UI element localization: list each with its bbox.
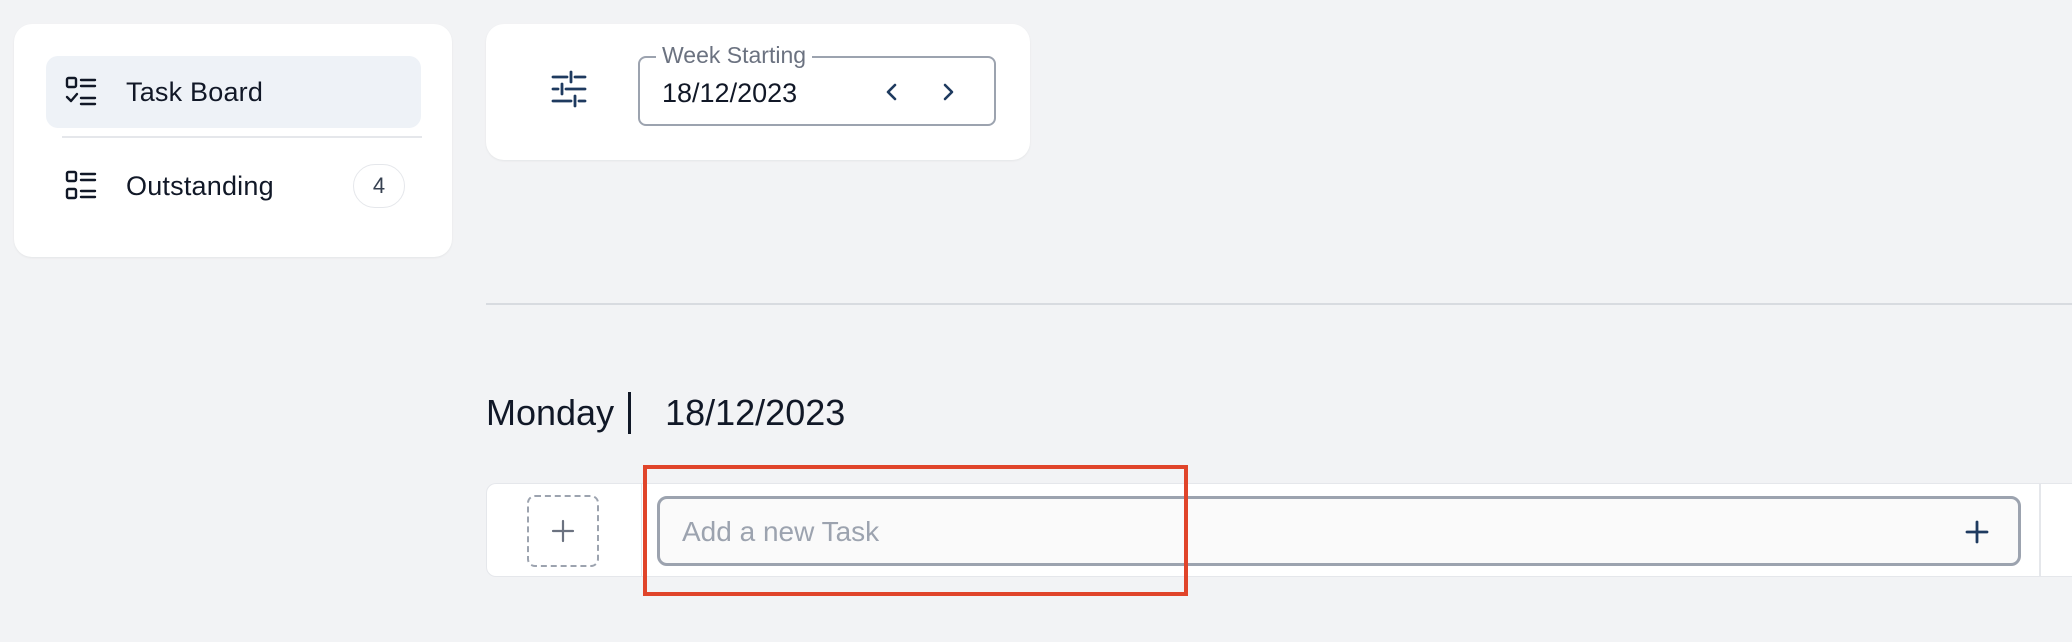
section-divider [486,303,2072,305]
task-row-handle-cell [487,484,642,576]
add-task-button[interactable] [1962,517,1992,547]
outstanding-count-badge: 4 [353,164,405,208]
chevron-right-icon [943,83,954,101]
new-task-field[interactable] [657,496,2021,566]
chevron-left-icon [886,83,897,101]
filter-sliders-icon [549,69,589,114]
day-name: Monday [486,392,615,433]
task-row [486,483,2072,577]
task-board-icon [64,75,98,109]
sidebar-item-task-board[interactable]: Task Board [46,56,421,128]
outstanding-list-icon [64,169,98,203]
sidebar-item-label: Outstanding [126,170,274,201]
add-task-placeholder-button[interactable] [527,495,599,567]
new-task-input[interactable] [680,499,1884,565]
task-row-column-divider [2039,483,2041,577]
day-date: 18/12/2023 [665,392,846,433]
previous-week-button[interactable] [876,76,908,108]
sidebar-item-outstanding[interactable]: Outstanding 4 [46,150,421,222]
week-starting-value: 18/12/2023 [662,78,798,108]
next-week-button[interactable] [932,76,964,108]
filter-toolbar: Week Starting 18/12/2023 [486,24,1030,160]
filter-button[interactable] [546,68,592,114]
day-header: Monday 18/12/2023 [486,392,845,434]
sidebar-nav: Task Board Outstanding 4 [14,24,452,257]
plus-icon [551,519,575,543]
plus-icon [1965,520,1989,544]
week-starting-label: Week Starting [656,42,813,69]
sidebar-divider [62,136,422,138]
week-starting-field[interactable]: Week Starting 18/12/2023 [638,42,996,126]
sidebar-item-label: Task Board [126,76,264,107]
day-separator [628,392,632,434]
